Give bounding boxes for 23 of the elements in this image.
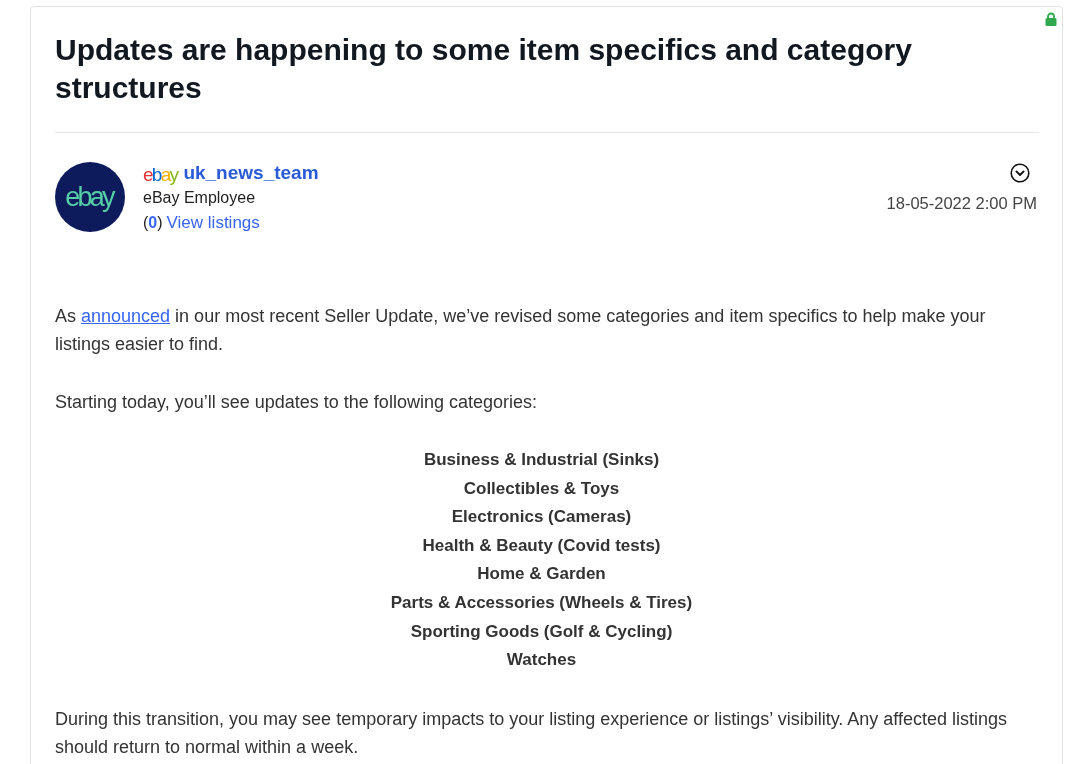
category-name: Watches	[506, 649, 577, 672]
category-name: Business & Industrial (Sinks)	[423, 449, 660, 471]
category-name: Home & Garden	[477, 563, 606, 586]
logo-text: ebay	[65, 183, 115, 211]
logo: ebay	[143, 164, 178, 184]
paragraph: During this transition, you may see temporary impacts to your listing experience or listings’ visibility. Any affected listings should return to normal within a week.	[55, 707, 1009, 759]
lock-icon	[1045, 12, 1057, 26]
category-name: Parts & Accessories (Wheels & Tires)	[390, 591, 693, 614]
username-link[interactable]: uk_news_team	[183, 160, 319, 185]
view-listings-link[interactable]: View listings	[166, 209, 260, 236]
category-name: Health & Beauty (Covid tests)	[422, 534, 661, 557]
category-name: Collectibles & Toys	[463, 477, 620, 500]
text-link[interactable]: announced	[81, 306, 171, 326]
paragraph: As announced in our most recent Seller Update, we’ve revised some categories and item specifics to help make your listings easier to find.	[55, 305, 987, 356]
category-name: Electronics (Cameras)	[451, 506, 632, 529]
category-name: Sporting Goods (Golf & Cycling)	[410, 620, 673, 643]
post-timestamp: 18-05-2022 2:00 PM	[886, 193, 1037, 214]
user-role: eBay Employee	[143, 188, 257, 208]
chevron-down-circle-icon[interactable]	[1010, 163, 1030, 183]
paragraph: Starting today, you’ll see updates to the following categories:	[55, 391, 538, 414]
listing-count: (0)	[143, 212, 163, 233]
post-title: Updates are happening to some item specifics and category structures	[55, 32, 913, 106]
avatar[interactable]: ebay	[55, 162, 125, 232]
